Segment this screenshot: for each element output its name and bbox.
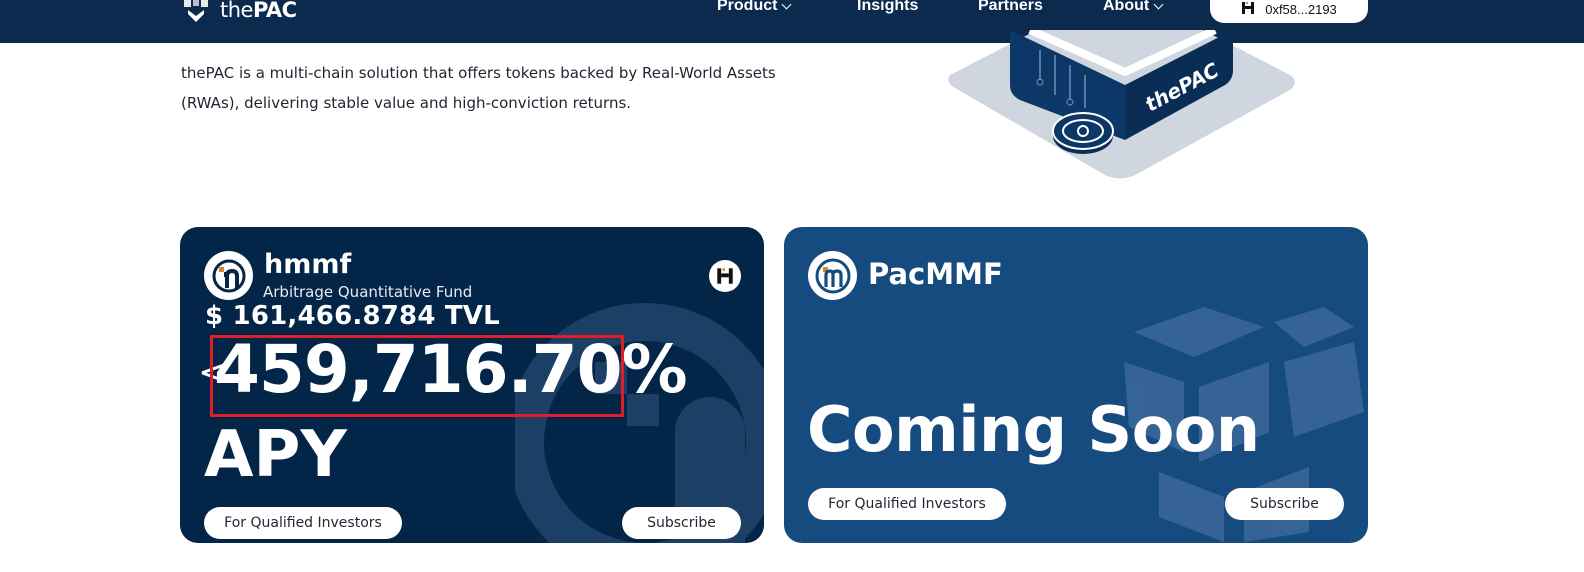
- fund-card-hmmf[interactable]: hmmf Arbitrage Quantitative Fund $ 161,4…: [180, 227, 764, 543]
- nav-item-label: Insights: [857, 0, 919, 14]
- chevron-down-icon: [782, 0, 792, 9]
- wallet-button[interactable]: 0xf58...2193: [1210, 0, 1368, 23]
- highlight-box: [210, 335, 624, 417]
- nav-item-label: Partners: [978, 0, 1043, 14]
- nav-item-label: About: [1103, 0, 1150, 14]
- coming-soon-label: Coming Soon: [807, 393, 1260, 466]
- chevron-down-icon: [1153, 0, 1164, 9]
- nav-item-partners[interactable]: Partners: [978, 0, 1043, 15]
- nav-item-label: Product: [717, 0, 778, 14]
- wallet-address: 0xf58...2193: [1265, 1, 1337, 17]
- pacmmf-logo-icon: [808, 251, 857, 300]
- fund-card-pacmmf[interactable]: PacMMF Coming Soon For Qualified Investo…: [784, 227, 1368, 543]
- hero-illustration: thePAC: [945, 0, 1305, 194]
- hmmf-logo-icon: [204, 251, 253, 300]
- fund-name: PacMMF: [868, 257, 1003, 291]
- subscribe-button[interactable]: Subscribe: [1225, 488, 1344, 520]
- subscribe-button[interactable]: Subscribe: [622, 507, 741, 539]
- hmmf-chain-icon: [717, 268, 733, 284]
- hmmf-watermark-icon: [515, 303, 764, 543]
- qualified-investors-button[interactable]: For Qualified Investors: [808, 488, 1006, 520]
- tvl-value: $ 161,466.8784 TVL: [205, 301, 500, 331]
- apy-label: APY: [204, 418, 347, 492]
- chain-badge[interactable]: [709, 260, 741, 292]
- nav-item-insights[interactable]: Insights: [857, 0, 918, 15]
- fund-name: hmmf: [264, 249, 352, 280]
- top-navbar: thePAC Product Insights Partners About 0…: [0, 0, 1584, 43]
- fund-subtitle: Arbitrage Quantitative Fund: [263, 283, 473, 301]
- hmmf-chain-icon: [1241, 0, 1255, 18]
- qualified-investors-button[interactable]: For Qualified Investors: [204, 507, 402, 539]
- nav-item-about[interactable]: About: [1103, 0, 1164, 15]
- hero-description: thePAC is a multi-chain solution that of…: [181, 64, 776, 112]
- nav-item-product[interactable]: Product: [717, 0, 792, 15]
